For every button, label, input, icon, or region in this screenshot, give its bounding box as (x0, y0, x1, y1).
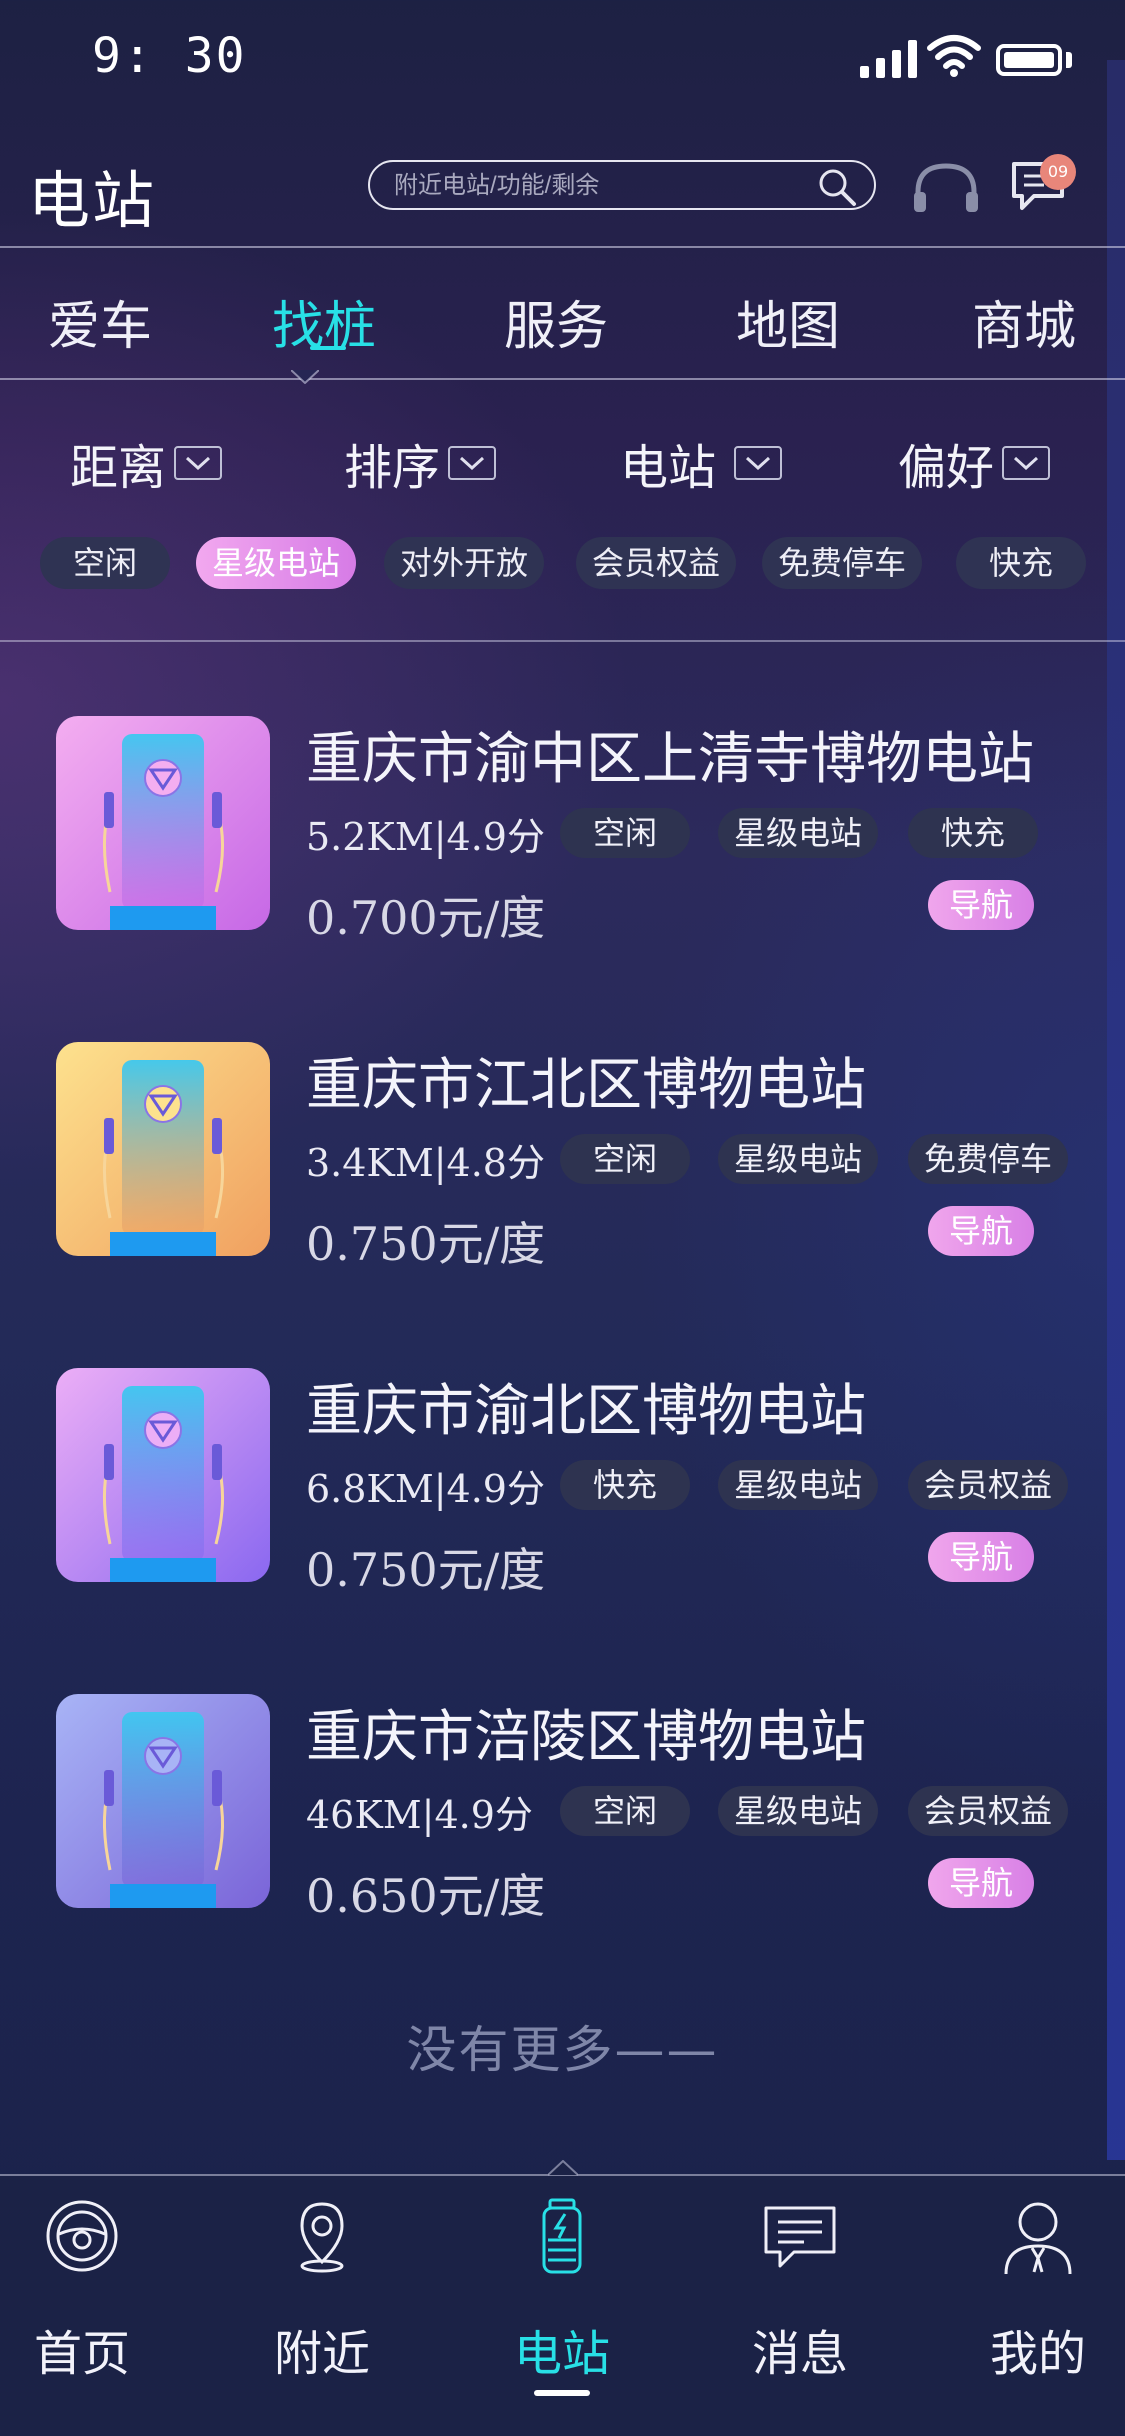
filter-sort[interactable]: 排序 (344, 428, 497, 498)
station-tag: 免费停车 (908, 1134, 1068, 1184)
steering-wheel-icon (46, 2200, 118, 2272)
station-distance-rating: 3.4KM|4.8分 (306, 1141, 545, 1185)
nav-home-label: 首页 (33, 2326, 130, 2382)
tab-fuwu[interactable]: 服务 (466, 284, 646, 359)
chip-fast-charge[interactable]: 快充 (956, 537, 1086, 589)
station-tag: 星级电站 (718, 1786, 878, 1836)
chevron-down-icon (174, 446, 223, 480)
charger-thumbnail-icon (56, 1368, 270, 1582)
station-distance-rating: 5.2KM|4.9分 (306, 815, 545, 859)
battery-icon (996, 44, 1062, 76)
search-bar[interactable] (368, 160, 876, 210)
station-tag: 空闲 (560, 1786, 690, 1836)
message-badge: 09 (1040, 154, 1076, 190)
user-profile-icon (1004, 2202, 1072, 2275)
station-price: 0.750元/度 (306, 1543, 546, 1597)
top-tabs: 爱车 找桩 服务 地图 商城 (0, 248, 1125, 378)
station-card[interactable]: 重庆市渝北区博物电站 6.8KM|4.9分 快充 星级电站 会员权益 0.750… (0, 1368, 1125, 1628)
station-distance-rating: 46KM|4.9分 (306, 1793, 533, 1837)
station-card[interactable]: 重庆市江北区博物电站 3.4KM|4.8分 空闲 星级电站 免费停车 0.750… (0, 1042, 1125, 1302)
chevron-down-icon (734, 446, 783, 480)
navigate-button[interactable]: 导航 (928, 1532, 1034, 1582)
station-name: 重庆市涪陵区博物电站 (306, 1705, 866, 1770)
chip-member[interactable]: 会员权益 (576, 537, 736, 589)
tab-aiche[interactable]: 爱车 (10, 284, 190, 359)
filter-distance-label: 距离 (70, 440, 167, 496)
nav-messages-label: 消息 (751, 2326, 848, 2382)
navigate-button[interactable]: 导航 (928, 880, 1034, 930)
station-card[interactable]: 重庆市涪陵区博物电站 46KM|4.9分 空闲 星级电站 会员权益 0.650元… (0, 1694, 1125, 1954)
station-price: 0.750元/度 (306, 1217, 546, 1271)
tabs-divider (0, 378, 1125, 380)
chat-bubble-icon (764, 2206, 836, 2268)
tab-shangcheng[interactable]: 商城 (934, 284, 1114, 359)
station-name: 重庆市渝中区上清寺博物电站 (306, 727, 1034, 792)
chip-star-station[interactable]: 星级电站 (196, 537, 356, 589)
station-tag: 星级电站 (718, 1460, 878, 1510)
filter-preference[interactable]: 偏好 (898, 428, 1051, 498)
station-tag: 快充 (908, 808, 1038, 858)
navigate-button[interactable]: 导航 (928, 1858, 1034, 1908)
chip-public[interactable]: 对外开放 (384, 537, 544, 589)
station-tag: 会员权益 (908, 1786, 1068, 1836)
station-tag: 空闲 (560, 808, 690, 858)
chip-idle[interactable]: 空闲 (40, 537, 170, 589)
tab-ditu[interactable]: 地图 (698, 284, 878, 359)
chevron-down-icon (1002, 446, 1051, 480)
home-indicator (534, 2390, 590, 2396)
station-tag: 空闲 (560, 1134, 690, 1184)
headset-icon[interactable] (912, 160, 980, 216)
filters-divider (0, 640, 1125, 642)
search-icon[interactable] (816, 166, 858, 208)
station-tag: 会员权益 (908, 1460, 1068, 1510)
battery-charge-icon (542, 2198, 582, 2274)
station-price: 0.650元/度 (306, 1869, 546, 1923)
wifi-icon (927, 35, 981, 77)
nav-station-label: 电站 (513, 2326, 610, 2382)
bottom-nav-pointer (548, 2160, 578, 2176)
active-tab-underline (310, 346, 346, 350)
nav-nearby-label: 附近 (273, 2326, 370, 2382)
station-distance-rating: 6.8KM|4.9分 (306, 1467, 545, 1511)
station-tag: 快充 (560, 1460, 690, 1510)
charger-thumbnail-icon (56, 1694, 270, 1908)
station-tag: 星级电站 (718, 808, 878, 858)
station-price: 0.700元/度 (306, 891, 546, 945)
chevron-down-icon (448, 446, 497, 480)
filter-distance[interactable]: 距离 (70, 428, 223, 498)
page-title: 电站 (28, 164, 157, 237)
station-name: 重庆市渝北区博物电站 (306, 1379, 866, 1444)
tab-pointer-caret (291, 370, 319, 384)
location-pin-icon (300, 2202, 344, 2273)
chip-free-parking[interactable]: 免费停车 (762, 537, 922, 589)
status-bar: 9: 30 (0, 0, 1125, 120)
filter-station[interactable]: 电站 (620, 428, 783, 498)
nav-profile-label: 我的 (989, 2326, 1086, 2382)
list-end-text: 没有更多—— (406, 2021, 719, 2079)
filter-sort-label: 排序 (344, 440, 441, 496)
search-input[interactable] (392, 168, 796, 204)
station-name: 重庆市江北区博物电站 (306, 1053, 866, 1118)
station-card[interactable]: 重庆市渝中区上清寺博物电站 5.2KM|4.9分 空闲 星级电站 快充 0.70… (0, 716, 1125, 976)
filter-preference-label: 偏好 (898, 440, 995, 496)
status-time: 9: 30 (92, 28, 247, 84)
filter-station-label: 电站 (620, 440, 717, 496)
charger-thumbnail-icon (56, 1042, 270, 1256)
navigate-button[interactable]: 导航 (928, 1206, 1034, 1256)
charger-thumbnail-icon (56, 716, 270, 930)
station-tag: 星级电站 (718, 1134, 878, 1184)
